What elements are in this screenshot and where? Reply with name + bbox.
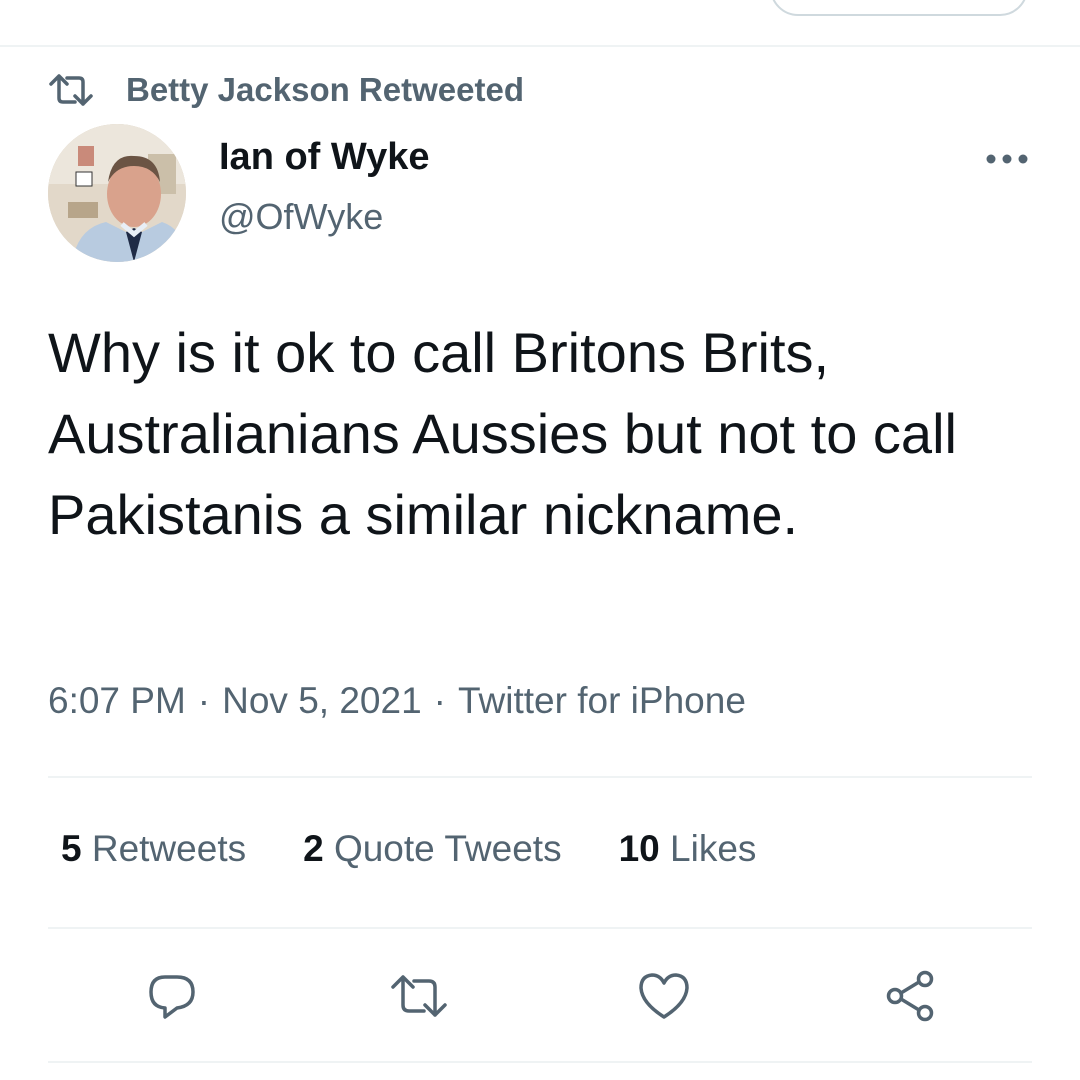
tweet-stats: 5 Retweets 2 Quote Tweets 10 Likes bbox=[61, 828, 813, 870]
retweets-label: Retweets bbox=[91, 828, 247, 869]
quote-tweets-label: Quote Tweets bbox=[333, 828, 562, 869]
heart-icon bbox=[639, 973, 689, 1019]
tweet-time[interactable]: 6:07 PM bbox=[48, 680, 186, 721]
actions-bottom-divider bbox=[48, 1061, 1032, 1063]
tweet-date[interactable]: Nov 5, 2021 bbox=[222, 680, 422, 721]
retweet-button[interactable] bbox=[381, 958, 457, 1034]
retweets-stat[interactable]: 5 Retweets bbox=[61, 828, 246, 870]
retweet-banner[interactable]: Betty Jackson Retweeted bbox=[48, 70, 524, 110]
like-button[interactable] bbox=[626, 958, 702, 1034]
tweet-meta: 6:07 PM · Nov 5, 2021 · Twitter for iPhone bbox=[48, 680, 746, 722]
share-icon bbox=[886, 970, 934, 1022]
meta-separator: · bbox=[433, 680, 446, 721]
tweet-text: Why is it ok to call Britons Brits, Aust… bbox=[48, 321, 957, 546]
likes-stat[interactable]: 10 Likes bbox=[619, 828, 757, 870]
quote-tweets-stat[interactable]: 2 Quote Tweets bbox=[303, 828, 561, 870]
retweets-count: 5 bbox=[61, 828, 82, 869]
reply-icon bbox=[149, 975, 195, 1019]
tweet-source[interactable]: Twitter for iPhone bbox=[458, 680, 746, 721]
share-button[interactable] bbox=[872, 958, 948, 1034]
author-name[interactable]: Ian of Wyke bbox=[219, 136, 429, 179]
avatar-photo bbox=[48, 124, 186, 262]
follow-button[interactable] bbox=[770, 0, 1028, 16]
reply-button[interactable] bbox=[134, 958, 210, 1034]
retweet-banner-text: Betty Jackson Retweeted bbox=[126, 71, 524, 108]
likes-label: Likes bbox=[670, 828, 757, 869]
retweet-icon bbox=[391, 975, 447, 1017]
quote-tweets-count: 2 bbox=[303, 828, 324, 869]
stats-bottom-divider bbox=[48, 927, 1032, 929]
retweet-icon bbox=[49, 74, 93, 106]
more-icon[interactable] bbox=[983, 148, 1031, 170]
likes-count: 10 bbox=[618, 828, 660, 869]
header-divider bbox=[0, 45, 1080, 47]
meta-separator: · bbox=[197, 680, 211, 721]
action-bar bbox=[0, 958, 1080, 1034]
avatar[interactable] bbox=[48, 124, 186, 262]
author-handle[interactable]: @OfWyke bbox=[219, 196, 383, 238]
stats-top-divider bbox=[48, 776, 1032, 778]
